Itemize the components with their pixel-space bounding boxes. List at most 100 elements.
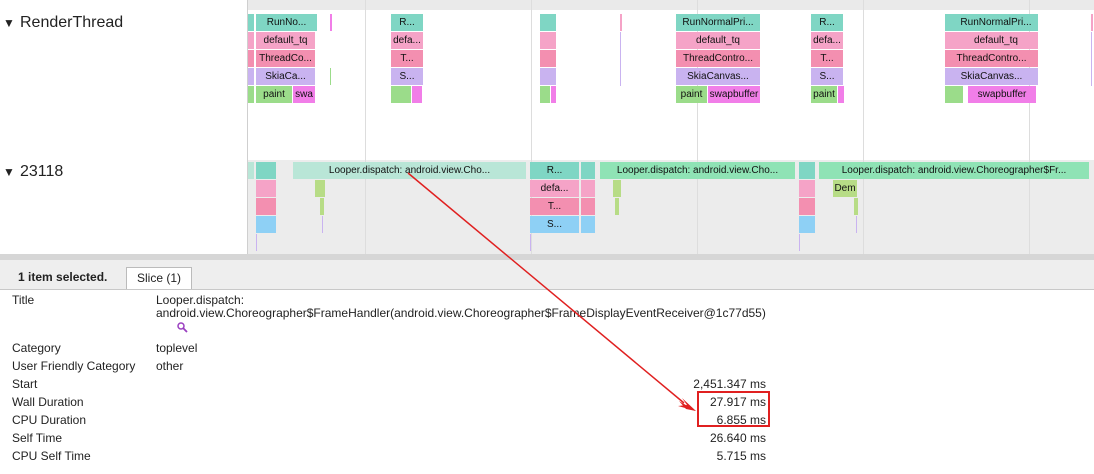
slice-default-tq[interactable]: default_tq	[676, 32, 760, 49]
slice[interactable]	[248, 86, 254, 103]
slice-looper-dispatch[interactable]: Looper.dispatch: android.view.Choreograp…	[819, 162, 1089, 179]
slice-looper-dispatch-selected[interactable]: Looper.dispatch: android.view.Cho...	[293, 162, 526, 179]
slice[interactable]	[256, 162, 276, 179]
slice[interactable]	[581, 180, 595, 197]
slice-skiacanvas[interactable]: SkiaCa...	[256, 68, 315, 85]
slice-threadcontrol[interactable]: ThreadContro...	[945, 50, 1038, 67]
wall-duration-label: Wall Duration	[12, 395, 84, 409]
slice[interactable]	[856, 216, 857, 233]
slice-runnormal[interactable]: RunNormalPri...	[676, 14, 760, 31]
slice[interactable]	[540, 50, 556, 67]
slice[interactable]	[799, 198, 815, 215]
slice-default-tq[interactable]: default_tq	[256, 32, 315, 49]
slice[interactable]	[615, 198, 619, 215]
slice-swapbuffer[interactable]: swa	[293, 86, 315, 103]
slice[interactable]	[620, 32, 621, 86]
category-label: Category	[12, 341, 61, 355]
slice[interactable]	[256, 234, 257, 251]
self-time-label: Self Time	[12, 431, 63, 445]
slice[interactable]	[854, 198, 858, 215]
slice[interactable]	[551, 86, 556, 103]
track-header-renderthread[interactable]: ▼ RenderThread	[0, 14, 247, 32]
slice[interactable]	[945, 86, 963, 103]
slice-paint[interactable]: paint	[676, 86, 707, 103]
slice-default-tq[interactable]: defa...	[530, 180, 579, 197]
slice[interactable]	[256, 180, 276, 197]
user-friendly-category-label: User Friendly Category	[12, 359, 136, 373]
slice-skiacanvas[interactable]: S...	[811, 68, 843, 85]
slice[interactable]	[330, 68, 331, 85]
slice[interactable]	[620, 14, 622, 31]
slice[interactable]	[1091, 14, 1093, 31]
slice[interactable]	[412, 86, 422, 103]
timeline-area[interactable]: RunNo... default_tq ThreadCo... SkiaCa..…	[247, 0, 1094, 254]
slice[interactable]	[581, 162, 595, 179]
cpu-self-time-value: 5.715 ms	[716, 449, 766, 463]
grid-line	[365, 0, 366, 254]
slice[interactable]	[540, 32, 556, 49]
slice-dem[interactable]: Dem	[833, 180, 857, 197]
slice-skiacanvas[interactable]: SkiaCanvas...	[676, 68, 760, 85]
track-header-process[interactable]: ▼ 23118	[0, 163, 247, 181]
tab-slice[interactable]: Slice (1)	[126, 267, 193, 289]
slice[interactable]	[320, 198, 324, 215]
collapse-triangle-icon[interactable]: ▼	[3, 16, 17, 30]
slice[interactable]	[322, 216, 323, 233]
slice[interactable]	[530, 234, 531, 251]
slice[interactable]	[613, 180, 621, 197]
slice[interactable]	[799, 234, 800, 251]
start-value: 2,451.347 ms	[693, 377, 766, 391]
slice-paint[interactable]: paint	[811, 86, 837, 103]
slice-runnormal[interactable]: R...	[530, 162, 579, 179]
slice[interactable]	[391, 86, 411, 103]
slice-paint[interactable]: paint	[256, 86, 292, 103]
slice-runnormal[interactable]: RunNormalPri...	[954, 14, 1038, 31]
slice[interactable]	[799, 180, 815, 197]
title-value-line2: android.view.Choreographer$FrameHandler(…	[156, 306, 766, 320]
slice[interactable]	[540, 86, 550, 103]
slice[interactable]	[838, 86, 844, 103]
slice-runnormal[interactable]: RunNo...	[256, 14, 317, 31]
slice-runnormal[interactable]: R...	[391, 14, 423, 31]
slice-swapbuffer[interactable]: swapbuffer	[708, 86, 760, 103]
slice[interactable]	[256, 198, 276, 215]
slice[interactable]	[248, 162, 254, 179]
slice-default-tq[interactable]: defa...	[391, 32, 423, 49]
slice-swapbuffer[interactable]: swapbuffer	[968, 86, 1036, 103]
details-panel-header: 1 item selected. Slice (1)	[0, 260, 1094, 290]
slice[interactable]	[540, 14, 556, 31]
track-name: RenderThread	[20, 14, 124, 31]
slice-threadcontrol[interactable]: T...	[391, 50, 423, 67]
slice-default-tq[interactable]: default_tq	[954, 32, 1038, 49]
track-name: 23118	[20, 163, 64, 180]
selection-summary: 1 item selected.	[18, 270, 108, 284]
slice[interactable]	[248, 68, 254, 85]
slice[interactable]	[581, 216, 595, 233]
timeline-top-band	[248, 0, 1094, 10]
slice-default-tq[interactable]: defa...	[811, 32, 843, 49]
slice[interactable]	[540, 68, 556, 85]
slice[interactable]	[1091, 32, 1092, 86]
self-time-value: 26.640 ms	[709, 431, 766, 445]
slice-looper-dispatch[interactable]: Looper.dispatch: android.view.Cho...	[600, 162, 795, 179]
slice-threadcontrol[interactable]: T...	[530, 198, 579, 215]
collapse-triangle-icon[interactable]: ▼	[3, 165, 17, 179]
slice[interactable]	[330, 14, 332, 31]
slice[interactable]	[248, 32, 254, 49]
slice-runnormal[interactable]: R...	[811, 14, 843, 31]
slice[interactable]	[256, 216, 276, 233]
slice-threadcontrol[interactable]: T...	[811, 50, 843, 67]
slice-skiacanvas[interactable]: S...	[391, 68, 423, 85]
slice-skiacanvas[interactable]: S...	[530, 216, 579, 233]
slice[interactable]	[248, 14, 254, 31]
slice[interactable]	[248, 50, 254, 67]
magnify-icon[interactable]	[176, 320, 190, 333]
slice-threadcontrol[interactable]: ThreadContro...	[676, 50, 760, 67]
slice[interactable]	[945, 32, 954, 49]
slice[interactable]	[799, 216, 815, 233]
slice[interactable]	[799, 162, 815, 179]
slice-skiacanvas[interactable]: SkiaCanvas...	[945, 68, 1038, 85]
slice[interactable]	[581, 198, 595, 215]
slice-threadcontrol[interactable]: ThreadCo...	[256, 50, 315, 67]
slice[interactable]	[315, 180, 325, 197]
